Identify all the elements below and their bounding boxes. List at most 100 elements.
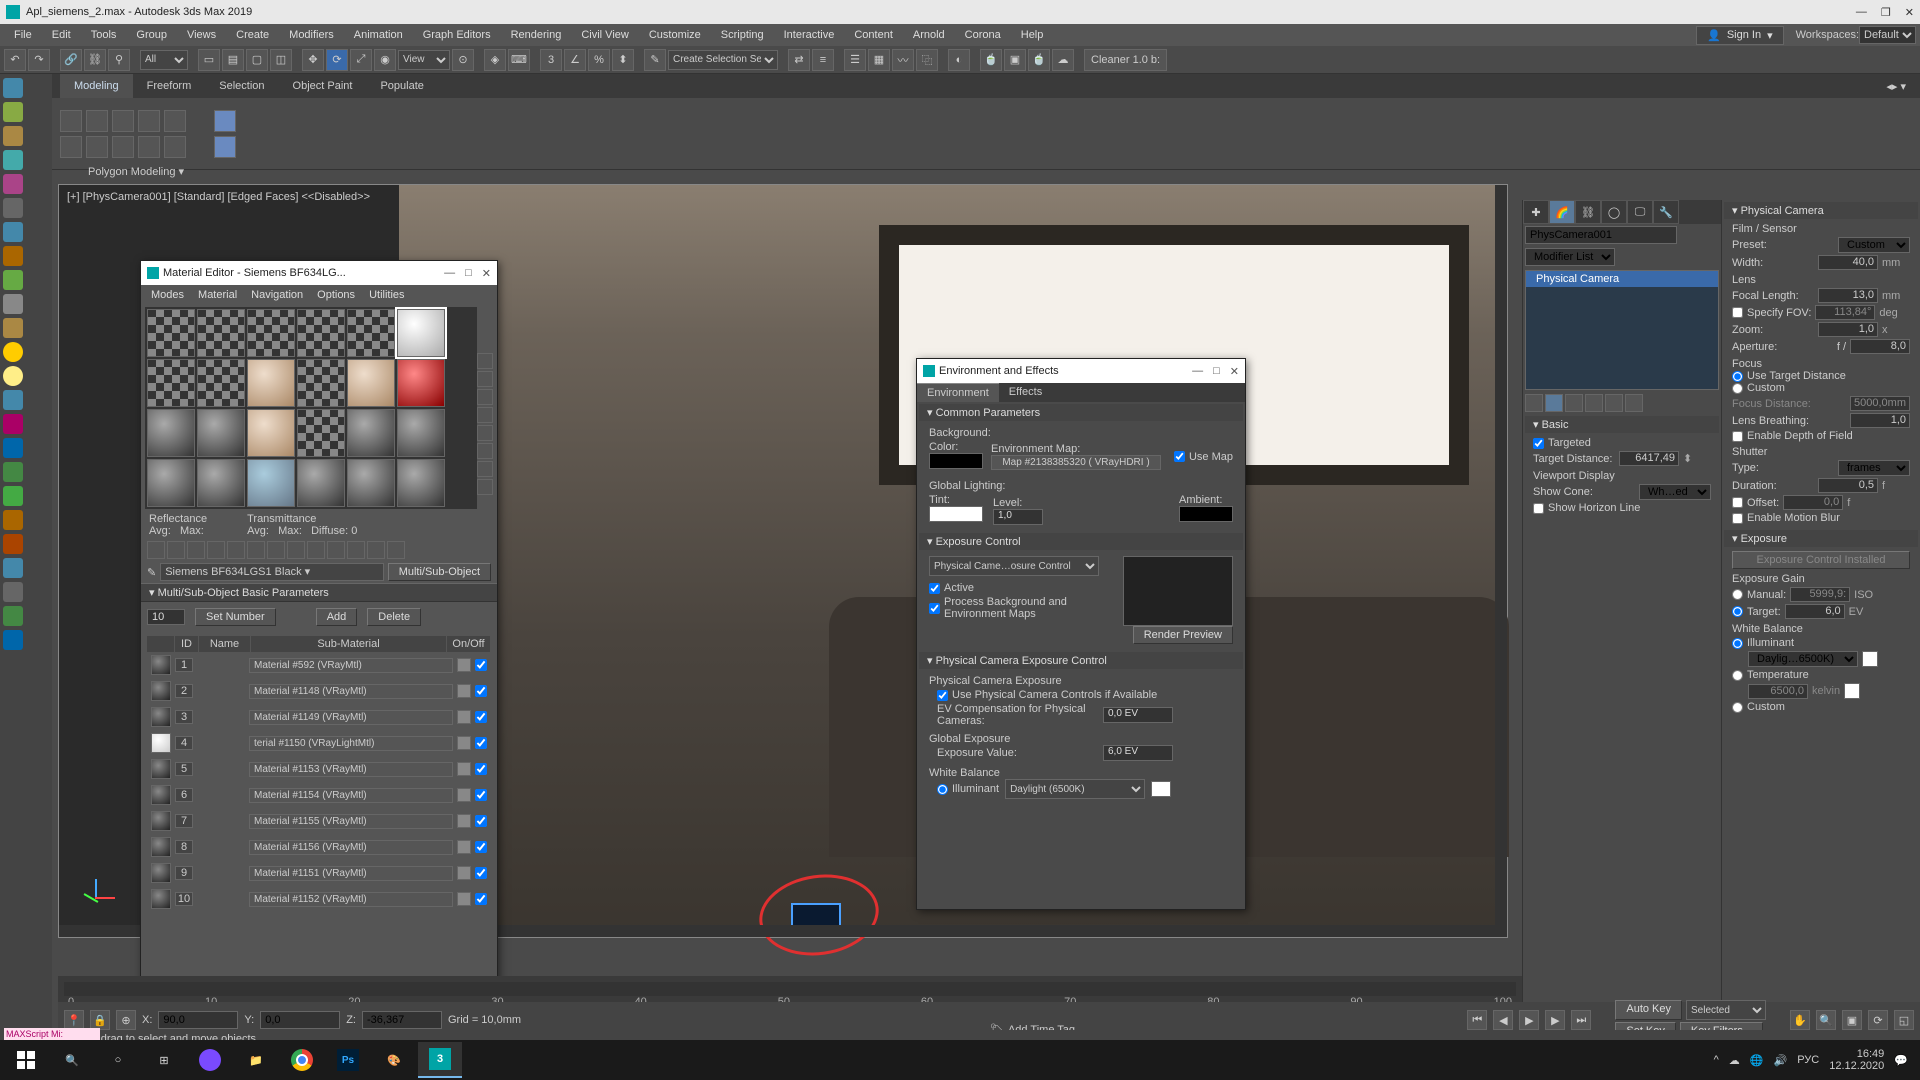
material-sample[interactable] — [297, 309, 345, 357]
exposure-control-header[interactable]: ▾ Exposure Control — [919, 533, 1243, 550]
targeted-checkbox[interactable]: Targeted — [1533, 437, 1711, 449]
material-sample[interactable] — [147, 459, 195, 507]
material-sample[interactable] — [297, 459, 345, 507]
set-number-button[interactable]: Set Number — [195, 608, 276, 626]
tray-network-icon[interactable]: 🌐 — [1750, 1054, 1764, 1067]
submat-swatch[interactable] — [151, 655, 171, 675]
menu-edit[interactable]: Edit — [42, 24, 81, 46]
select-object-button[interactable]: ▭ — [198, 49, 220, 71]
material-sample[interactable] — [147, 309, 195, 357]
submat-button[interactable]: Material #1153 (VRayMtl) — [249, 762, 453, 777]
refcoord-dropdown[interactable]: View — [398, 50, 450, 70]
tool-icon[interactable] — [3, 438, 23, 458]
material-sample[interactable] — [397, 409, 445, 457]
multisub-rollout-header[interactable]: ▾ Multi/Sub-Object Basic Parameters — [141, 583, 497, 602]
material-sample[interactable] — [347, 359, 395, 407]
ribbon-btn[interactable] — [214, 110, 236, 132]
tray-onedrive-icon[interactable]: ☁ — [1729, 1054, 1740, 1067]
nav-max-button[interactable]: ◱ — [1894, 1010, 1914, 1030]
mat-menu-options[interactable]: Options — [311, 289, 361, 301]
tool-icon[interactable] — [3, 222, 23, 242]
material-sample[interactable] — [197, 459, 245, 507]
submat-onoff[interactable] — [475, 659, 487, 671]
tool-icon[interactable] — [3, 606, 23, 626]
submat-id[interactable]: 6 — [175, 788, 193, 802]
illuminant-radio[interactable]: Illuminant — [1732, 637, 1794, 649]
submat-swatch[interactable] — [151, 837, 171, 857]
ambient-swatch[interactable] — [1179, 506, 1233, 522]
env-close-button[interactable]: ✕ — [1230, 365, 1239, 378]
bg-color-swatch[interactable] — [929, 453, 983, 469]
menu-tools[interactable]: Tools — [81, 24, 127, 46]
ribbon-btn[interactable] — [164, 110, 186, 132]
ribbon-btn[interactable] — [138, 110, 160, 132]
mod-btn[interactable] — [1625, 394, 1643, 412]
selection-filter-dropdown[interactable]: All — [140, 50, 188, 70]
move-button[interactable]: ✥ — [302, 49, 324, 71]
viewport-label[interactable]: [+] [PhysCamera001] [Standard] [Edged Fa… — [67, 191, 370, 203]
submat-button[interactable]: Material #1152 (VRayMtl) — [249, 892, 453, 907]
tool-icon[interactable] — [3, 150, 23, 170]
active-checkbox[interactable]: Active — [929, 582, 1123, 594]
chrome-button[interactable] — [280, 1042, 324, 1078]
taskbar-app[interactable] — [188, 1042, 232, 1078]
scale-button[interactable]: ⤢ — [350, 49, 372, 71]
menu-rendering[interactable]: Rendering — [501, 24, 572, 46]
tool-icon[interactable] — [3, 558, 23, 578]
tray-clock[interactable]: 16:4912.12.2020 — [1829, 1048, 1884, 1072]
tab-freeform[interactable]: Freeform — [133, 74, 206, 98]
level-spinner[interactable]: 1,0 — [993, 509, 1043, 525]
exposure-control-dropdown[interactable]: Physical Came…osure Control — [929, 556, 1099, 576]
utilities-tab[interactable]: 🔧 — [1653, 200, 1679, 224]
key-mode-dropdown[interactable]: Selected — [1686, 1000, 1766, 1020]
modifier-stack[interactable]: Physical Camera — [1525, 270, 1719, 390]
ribbon-collapse-button[interactable]: ◂▸ ▾ — [1872, 74, 1920, 98]
select-rect-button[interactable]: ▢ — [246, 49, 268, 71]
time-slider[interactable]: 0102030405060708090100 — [58, 976, 1522, 1002]
material-sample[interactable] — [297, 359, 345, 407]
submat-button[interactable]: Material #1155 (VRayMtl) — [249, 814, 453, 829]
exposure-control-installed-button[interactable]: Exposure Control Installed — [1732, 551, 1910, 569]
submat-color[interactable] — [457, 684, 471, 698]
signin-button[interactable]: 👤 Sign In ▾ — [1696, 26, 1783, 45]
material-sample[interactable] — [147, 409, 195, 457]
nav-fov-button[interactable]: ▣ — [1842, 1010, 1862, 1030]
menu-file[interactable]: File — [4, 24, 42, 46]
ribbon-btn[interactable] — [86, 136, 108, 158]
submat-color[interactable] — [457, 840, 471, 854]
modify-tab[interactable]: 🌈 — [1549, 200, 1575, 224]
mat-side-btn[interactable] — [477, 461, 493, 477]
submat-swatch[interactable] — [151, 681, 171, 701]
tool-icon[interactable] — [3, 582, 23, 602]
menu-views[interactable]: Views — [177, 24, 226, 46]
illuminant-dropdown[interactable]: Daylig…6500K) — [1748, 651, 1858, 667]
mat-tb-btn[interactable] — [287, 541, 305, 559]
material-sample-selected[interactable] — [397, 309, 445, 357]
submat-swatch[interactable] — [151, 889, 171, 909]
use-target-distance-radio[interactable]: Use Target Distance — [1732, 370, 1910, 382]
nav-zoom-button[interactable]: 🔍 — [1816, 1010, 1836, 1030]
mat-tb-btn[interactable] — [367, 541, 385, 559]
mat-tb-btn[interactable] — [387, 541, 405, 559]
mat-tb-btn[interactable] — [167, 541, 185, 559]
lens-breathing-input[interactable]: 1,0 — [1850, 413, 1910, 428]
material-sample[interactable] — [197, 359, 245, 407]
tray-volume-icon[interactable]: 🔊 — [1774, 1054, 1788, 1067]
file-explorer-button[interactable]: 📁 — [234, 1042, 278, 1078]
sun-icon[interactable] — [3, 342, 23, 362]
material-sample[interactable] — [247, 359, 295, 407]
submat-color[interactable] — [457, 658, 471, 672]
submat-button[interactable]: terial #1150 (VRayLightMtl) — [249, 736, 453, 751]
illuminant-dropdown[interactable]: Daylight (6500K) — [1005, 779, 1145, 799]
mod-btn[interactable] — [1565, 394, 1583, 412]
submat-color[interactable] — [457, 710, 471, 724]
tool-icon[interactable] — [3, 462, 23, 482]
submat-swatch[interactable] — [151, 785, 171, 805]
mat-side-btn[interactable] — [477, 353, 493, 369]
auto-key-button[interactable]: Auto Key — [1615, 1000, 1682, 1020]
mat-tb-btn[interactable] — [187, 541, 205, 559]
mod-btn[interactable] — [1585, 394, 1603, 412]
hierarchy-tab[interactable]: ⛓ — [1575, 200, 1601, 224]
mirror-button[interactable]: ⇄ — [788, 49, 810, 71]
minimize-button[interactable]: — — [1856, 6, 1867, 19]
